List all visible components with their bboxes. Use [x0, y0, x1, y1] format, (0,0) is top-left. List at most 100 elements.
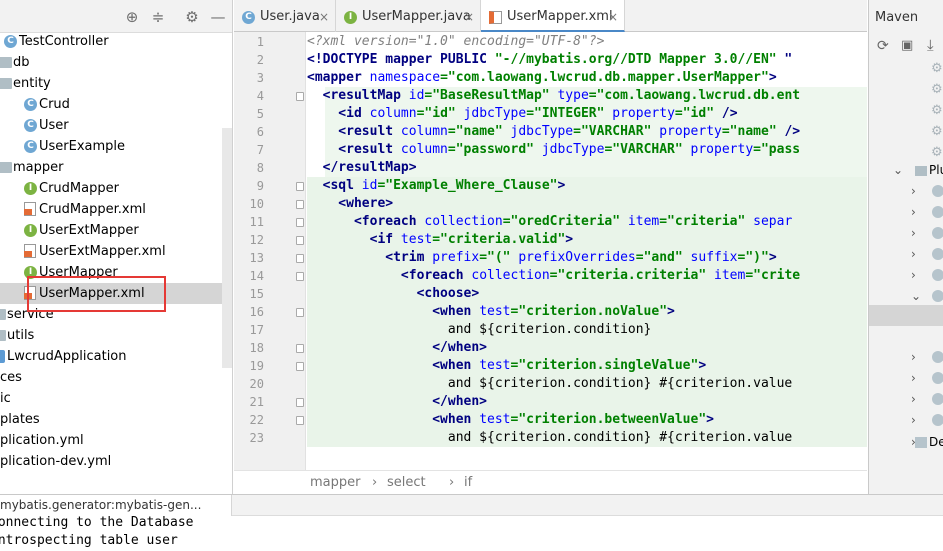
code-token: test [400, 232, 433, 247]
tree-item[interactable]: plication.yml [0, 430, 232, 451]
code-token: namespace [369, 70, 441, 85]
chevron-right-icon: › [911, 413, 916, 427]
fold-icon[interactable] [296, 218, 304, 227]
code-token: ="VARCHAR" [573, 124, 660, 139]
tree-item-label: ic [0, 391, 11, 406]
maven-plugin-node[interactable]: › [869, 410, 943, 431]
code-token: <where> [307, 196, 394, 211]
tree-item[interactable]: entity [0, 73, 232, 94]
maven-dependencies-node[interactable]: › De [869, 432, 943, 453]
tree-item[interactable]: utils [0, 325, 232, 346]
tree-item[interactable]: C UserExample [0, 136, 232, 157]
plugin-icon [932, 393, 943, 405]
fold-icon[interactable] [296, 308, 304, 317]
code-token: <foreach [307, 214, 425, 229]
maven-plugin-node[interactable]: › [869, 244, 943, 265]
editor-tab[interactable]: UserMapper.xml × [481, 0, 625, 32]
code-token: /> [721, 106, 738, 121]
target-icon[interactable]: ⊕ [124, 9, 140, 25]
gear-icon[interactable]: ⚙ [184, 9, 200, 25]
code-line: <?xml version="1.0" encoding="UTF-8"?> [307, 33, 604, 51]
code-line: <if test="criteria.valid"> [307, 231, 574, 249]
fold-icon[interactable] [296, 416, 304, 425]
code-token: ="criterion.singleValue" [510, 358, 699, 373]
close-icon[interactable]: × [319, 0, 329, 34]
tree-item[interactable]: I CrudMapper [0, 178, 232, 199]
tree-item[interactable]: ic [0, 388, 232, 409]
code-token: ="VARCHAR" [604, 142, 691, 157]
tree-item[interactable]: ces [0, 367, 232, 388]
tree-item[interactable]: db [0, 52, 232, 73]
gear-icon: ⚙ [931, 103, 943, 118]
maven-plugin-node[interactable]: › [869, 223, 943, 244]
fold-icon[interactable] [296, 254, 304, 263]
breadcrumb-item[interactable]: select [387, 471, 426, 495]
tree-item[interactable]: C Crud [0, 94, 232, 115]
code-token: collection [471, 268, 550, 283]
tree-item[interactable]: plates [0, 409, 232, 430]
close-icon[interactable]: × [464, 0, 474, 34]
folder-icon[interactable]: ▣ [901, 38, 913, 53]
fold-icon[interactable] [296, 92, 304, 101]
line-number: 20 [249, 377, 264, 391]
code-token: jdbcType [510, 124, 574, 139]
class-icon: C [24, 140, 37, 153]
tree-item[interactable]: C TestController [0, 31, 232, 52]
code-token: jdbcType [463, 106, 527, 121]
tree-item[interactable]: I UserExtMapper [0, 220, 232, 241]
code-token: > [698, 358, 707, 373]
maven-plugin-node[interactable]: › [869, 265, 943, 286]
code-line: <when test="criterion.singleValue"> [307, 357, 706, 375]
breadcrumb-item[interactable]: if [464, 471, 472, 495]
tree-item[interactable]: mapper [0, 157, 232, 178]
editor-tab[interactable]: I UserMapper.java × [336, 0, 481, 32]
run-tab[interactable]: mybatis.generator:mybatis-gen... [0, 495, 232, 516]
fold-icon[interactable] [296, 182, 304, 191]
plugin-icon [932, 290, 943, 302]
code-token: collection [424, 214, 503, 229]
maven-plugin-node[interactable]: › [869, 368, 943, 389]
code-token: test [479, 358, 511, 373]
plugin-icon [932, 206, 943, 218]
tree-item-label: mapper [13, 160, 64, 175]
line-number: 9 [256, 179, 264, 193]
fold-icon[interactable] [296, 200, 304, 209]
refresh-icon[interactable]: ⟳ [877, 38, 889, 54]
line-number: 13 [249, 251, 264, 265]
line-number: 18 [249, 341, 264, 355]
code-token: <when [307, 412, 480, 427]
fold-icon[interactable] [296, 272, 304, 281]
maven-plugin-node[interactable]: › [869, 389, 943, 410]
maven-plugin-node[interactable]: › [869, 202, 943, 223]
line-number: 10 [249, 197, 264, 211]
maven-plugins-node[interactable]: ⌄ Plu [869, 160, 943, 181]
run-class-icon [0, 350, 5, 363]
code-token: ="criteria.criteria" [549, 268, 715, 283]
maven-tool-window: Maven ⟳ ▣ ⤓ ⚙ ⚙ ⚙ ⚙ ⚙ ⌄ Plu › › › › › ⌄ › › › › ›… [868, 0, 943, 494]
download-icon[interactable]: ⤓ [927, 36, 934, 54]
code-editor[interactable]: <?xml version="1.0" encoding="UTF-8"?> <!… [307, 32, 867, 470]
fold-icon[interactable] [296, 398, 304, 407]
hide-icon[interactable]: — [210, 9, 226, 25]
tree-item[interactable]: CrudMapper.xml [0, 199, 232, 220]
code-token: prefix [432, 250, 480, 265]
editor-tab[interactable]: C User.java × [234, 0, 336, 32]
tree-item[interactable]: plication-dev.yml [0, 451, 232, 472]
breadcrumb-item[interactable]: mapper [310, 471, 360, 495]
fold-icon[interactable] [296, 236, 304, 245]
close-icon[interactable]: × [608, 0, 618, 34]
tree-item[interactable]: LwcrudApplication [0, 346, 232, 367]
tree-item[interactable]: C User [0, 115, 232, 136]
maven-plugin-node[interactable]: › [869, 181, 943, 202]
project-scrollbar[interactable] [222, 128, 232, 368]
collapse-icon[interactable]: ≑ [150, 9, 166, 25]
maven-plugin-node[interactable]: › [869, 347, 943, 368]
package-icon [0, 78, 12, 89]
fold-icon[interactable] [296, 344, 304, 353]
fold-icon[interactable] [296, 362, 304, 371]
run-console[interactable]: Connecting to the Database Introspecting … [0, 516, 943, 551]
tree-item[interactable]: UserExtMapper.xml [0, 241, 232, 262]
tree-item-label: UserExample [39, 139, 126, 154]
maven-plugin-node[interactable]: ⌄ [869, 286, 943, 307]
maven-selected-row[interactable] [869, 305, 943, 326]
